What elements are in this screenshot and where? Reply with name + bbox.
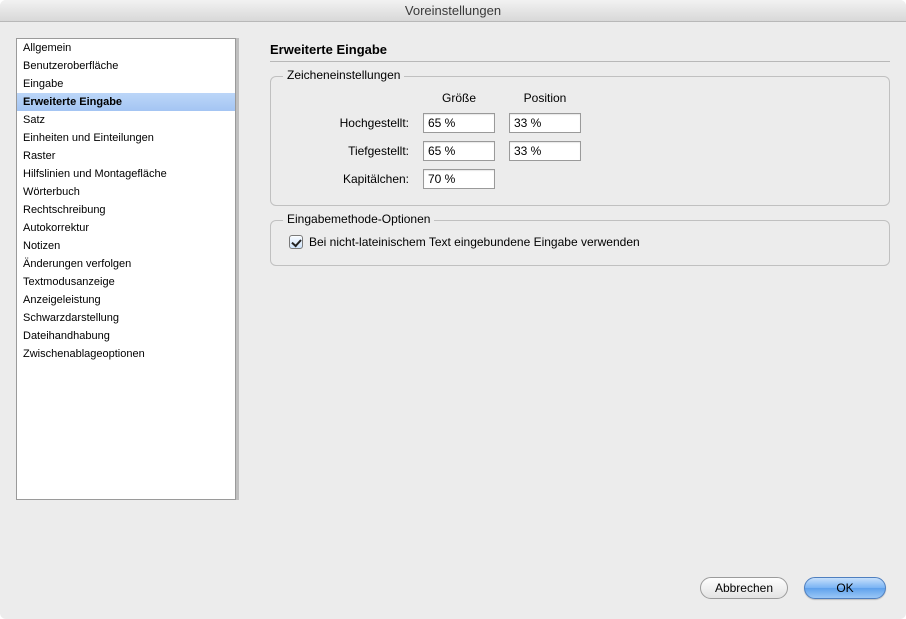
smallcaps-size-input[interactable]: [423, 169, 495, 189]
superscript-position-input[interactable]: [509, 113, 581, 133]
character-settings-group: Zeicheneinstellungen Größe Position Hoch…: [270, 76, 890, 206]
sidebar-item[interactable]: Zwischenablageoptionen: [17, 345, 235, 363]
sidebar-item[interactable]: Autokorrektur: [17, 219, 235, 237]
col-header-size: Größe: [423, 91, 495, 105]
sidebar-item[interactable]: Rechtschreibung: [17, 201, 235, 219]
content-area: AllgemeinBenutzeroberflächeEingabeErweit…: [0, 22, 906, 577]
preferences-window: Voreinstellungen AllgemeinBenutzeroberfl…: [0, 0, 906, 619]
sidebar: AllgemeinBenutzeroberflächeEingabeErweit…: [16, 38, 236, 500]
button-bar: Abbrechen OK: [0, 577, 906, 619]
sidebar-item[interactable]: Allgemein: [17, 39, 235, 57]
subscript-size-input[interactable]: [423, 141, 495, 161]
col-header-position: Position: [509, 91, 581, 105]
ok-button[interactable]: OK: [804, 577, 886, 599]
subscript-position-input[interactable]: [509, 141, 581, 161]
window-title: Voreinstellungen: [0, 0, 906, 22]
superscript-size-input[interactable]: [423, 113, 495, 133]
panel-heading: Erweiterte Eingabe: [270, 42, 890, 62]
sidebar-item[interactable]: Dateihandhabung: [17, 327, 235, 345]
sidebar-item[interactable]: Hilfslinien und Montagefläche: [17, 165, 235, 183]
sidebar-item[interactable]: Änderungen verfolgen: [17, 255, 235, 273]
sidebar-item[interactable]: Textmodusanzeige: [17, 273, 235, 291]
superscript-label: Hochgestellt:: [289, 116, 409, 130]
sidebar-item[interactable]: Erweiterte Eingabe: [17, 93, 235, 111]
use-inline-input-checkbox[interactable]: [289, 235, 303, 249]
sidebar-item[interactable]: Wörterbuch: [17, 183, 235, 201]
smallcaps-label: Kapitälchen:: [289, 172, 409, 186]
main-panel: Erweiterte Eingabe Zeicheneinstellungen …: [270, 38, 890, 577]
ime-options-group: Eingabemethode-Optionen Bei nicht-latein…: [270, 220, 890, 266]
character-settings-legend: Zeicheneinstellungen: [283, 68, 404, 82]
sidebar-item[interactable]: Raster: [17, 147, 235, 165]
sidebar-item[interactable]: Notizen: [17, 237, 235, 255]
sidebar-item[interactable]: Schwarzdarstellung: [17, 309, 235, 327]
sidebar-item[interactable]: Einheiten und Einteilungen: [17, 129, 235, 147]
sidebar-item[interactable]: Satz: [17, 111, 235, 129]
sidebar-item[interactable]: Anzeigeleistung: [17, 291, 235, 309]
subscript-label: Tiefgestellt:: [289, 144, 409, 158]
cancel-button[interactable]: Abbrechen: [700, 577, 788, 599]
ime-options-legend: Eingabemethode-Optionen: [283, 212, 434, 226]
use-inline-input-label: Bei nicht-lateinischem Text eingebundene…: [309, 235, 640, 249]
sidebar-item[interactable]: Benutzeroberfläche: [17, 57, 235, 75]
sidebar-item[interactable]: Eingabe: [17, 75, 235, 93]
